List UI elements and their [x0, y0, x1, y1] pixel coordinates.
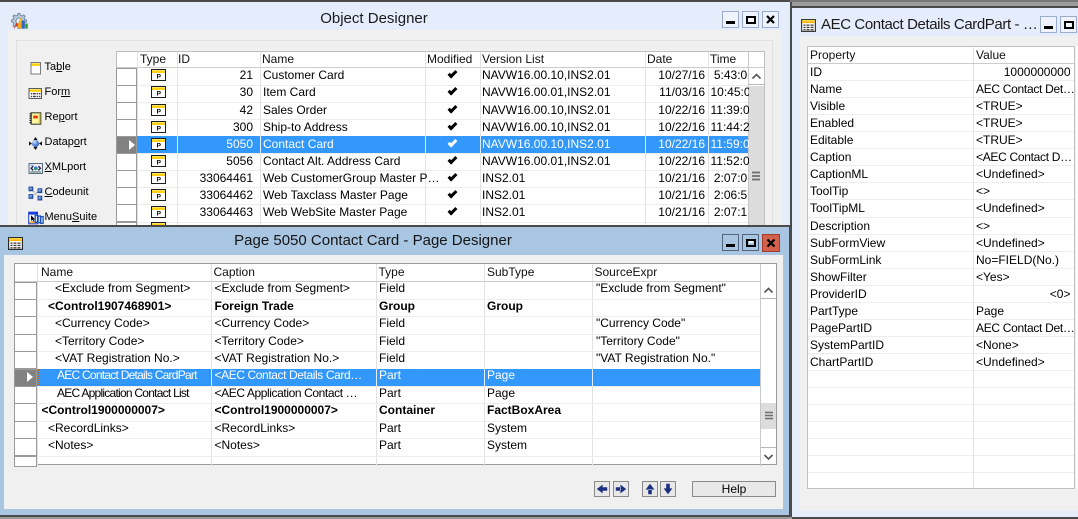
svg-text:P: P — [157, 210, 162, 217]
svg-text:P: P — [157, 74, 162, 81]
svg-text:P: P — [157, 125, 162, 132]
svg-text:P: P — [157, 176, 162, 183]
svg-text:P: P — [157, 159, 162, 166]
svg-text:P: P — [157, 193, 162, 200]
svg-text:P: P — [157, 108, 162, 115]
svg-text:P: P — [157, 142, 162, 149]
svg-text:P: P — [157, 91, 162, 98]
